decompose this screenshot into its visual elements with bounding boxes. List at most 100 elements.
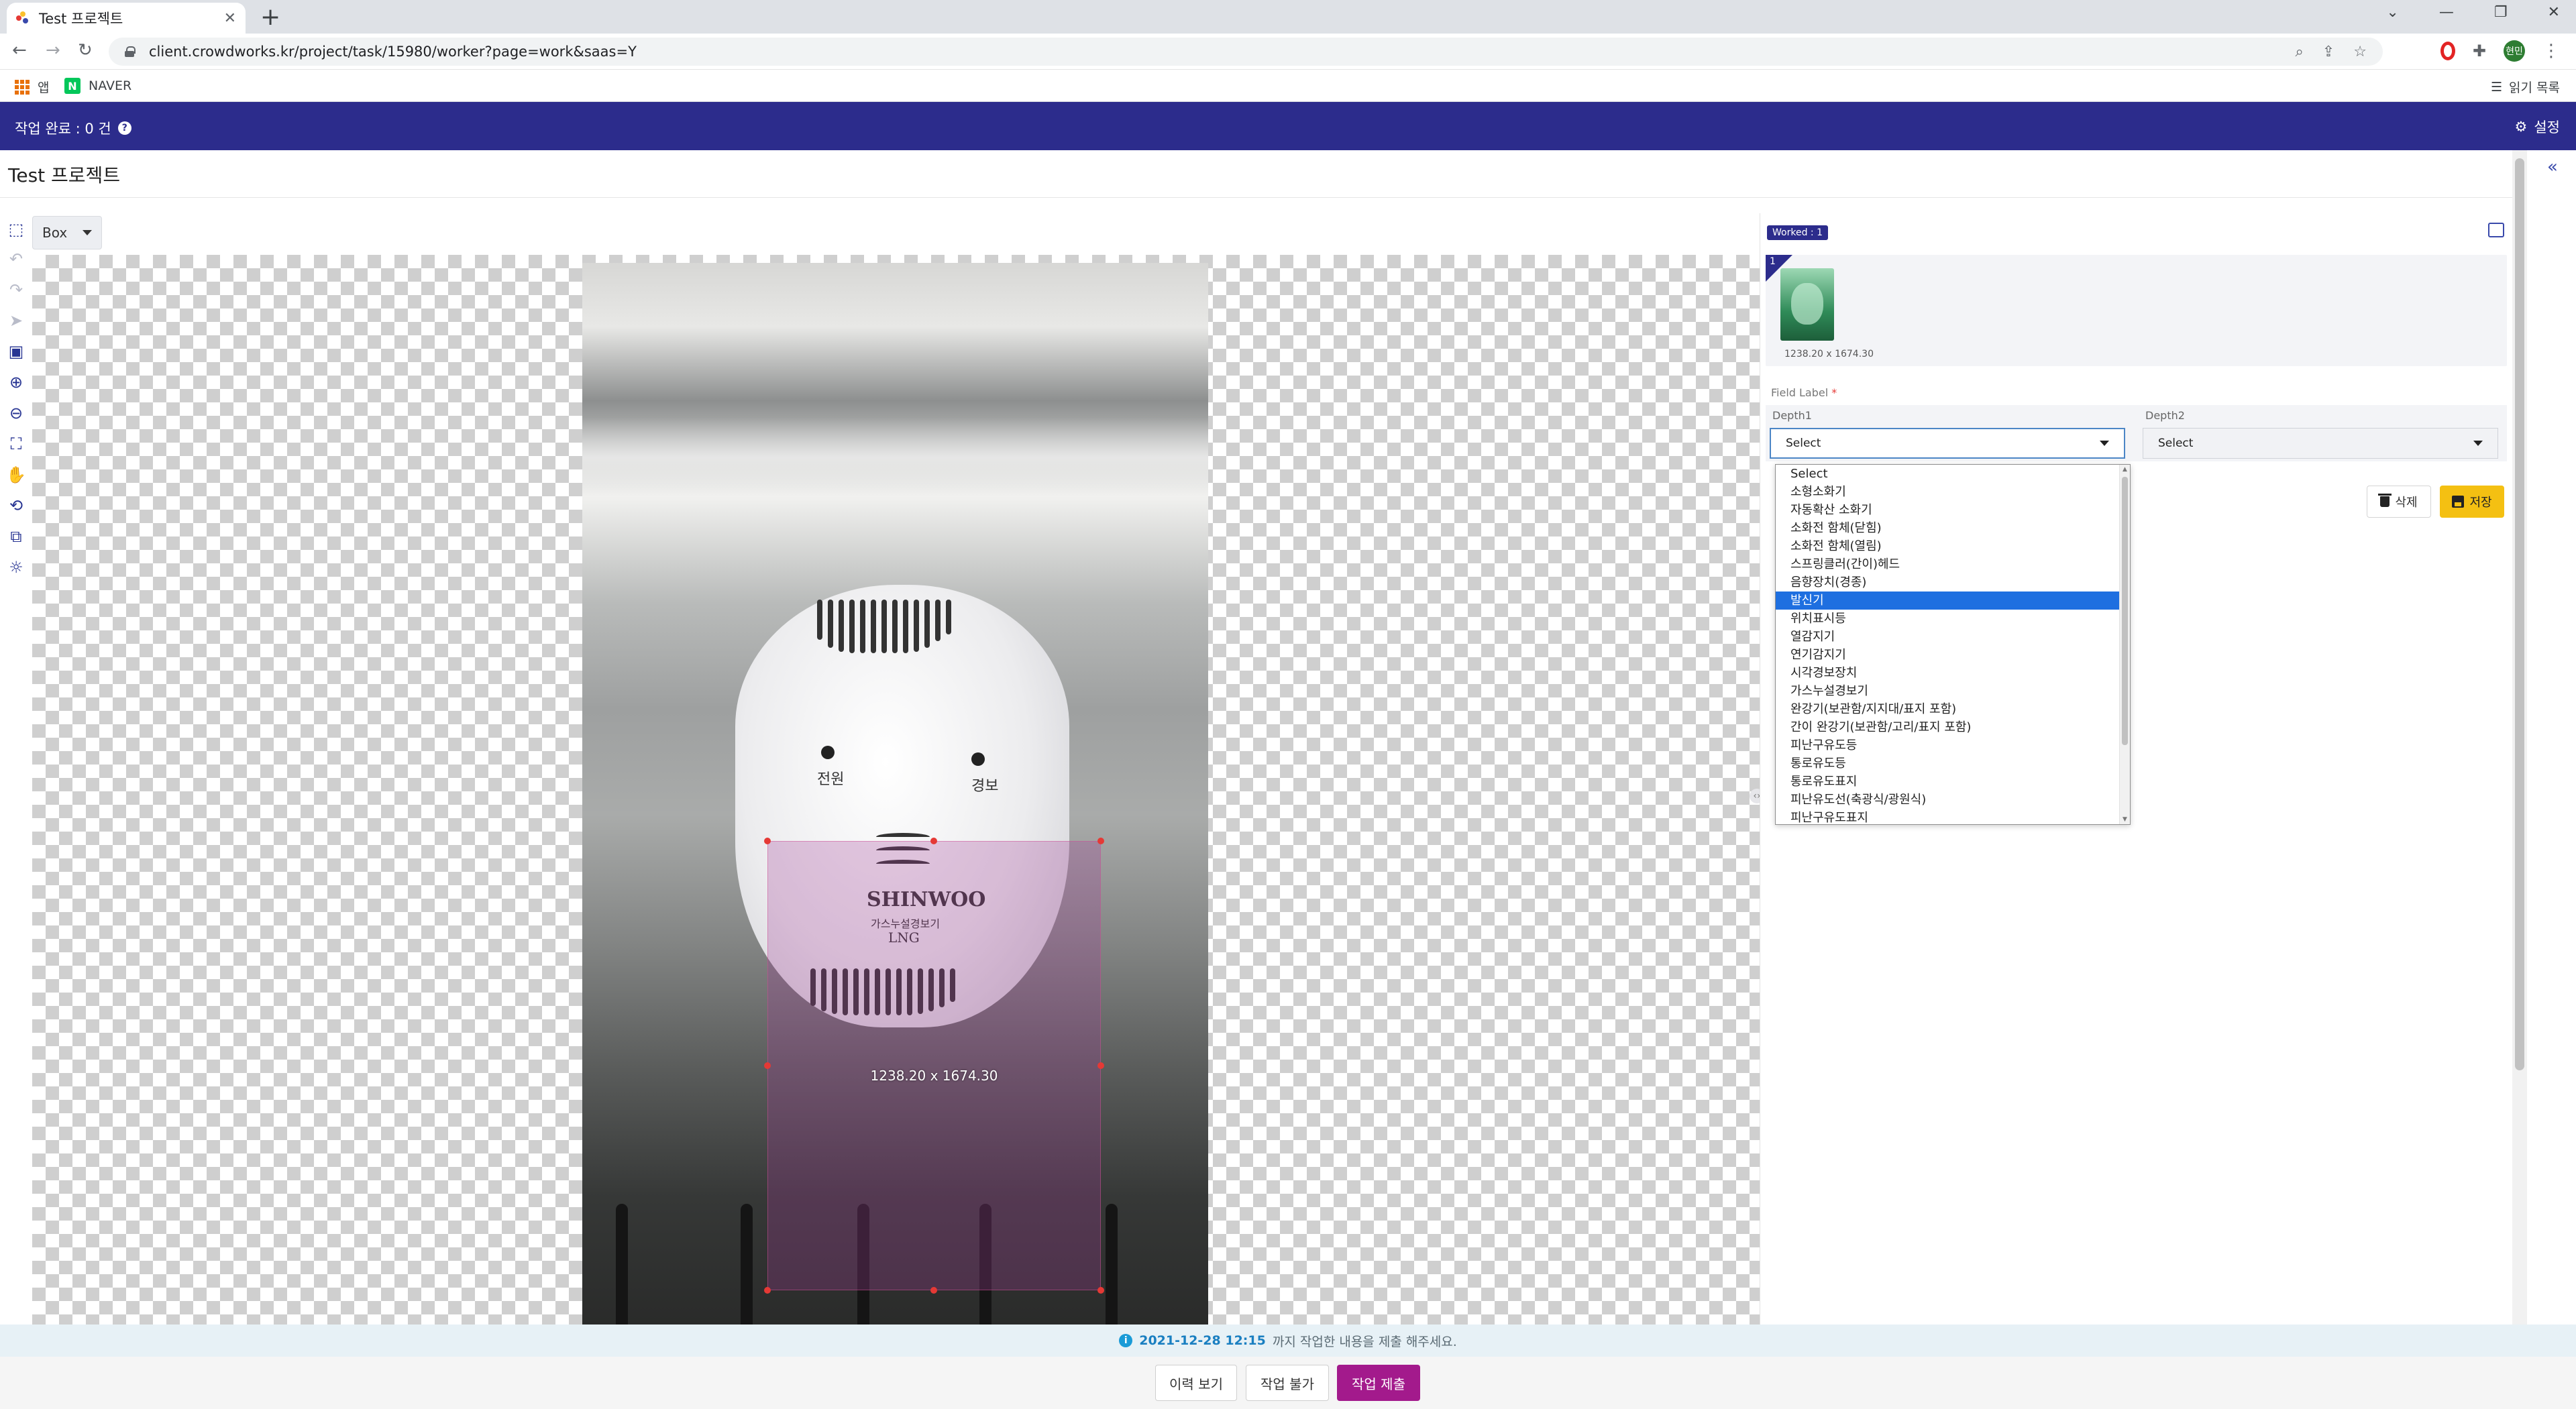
address-bar[interactable]: client.crowdworks.kr/project/task/15980/… <box>109 38 2383 66</box>
rotate-icon[interactable]: ⟲ <box>7 496 25 515</box>
dropdown-option[interactable]: 연기감지기 <box>1776 646 2119 664</box>
history-button[interactable]: 이력 보기 <box>1155 1365 1237 1401</box>
tab-close-icon[interactable]: ✕ <box>224 10 236 27</box>
depth1-dropdown-list[interactable]: Select 소형소화기 자동확산 소화기 소화전 함체(닫힘) 소화전 함체(… <box>1775 464 2131 825</box>
dropdown-option[interactable]: 소화전 함체(열림) <box>1776 537 2119 555</box>
divider <box>0 197 2512 198</box>
resize-handle[interactable] <box>1097 1287 1104 1294</box>
back-icon[interactable]: ← <box>12 40 27 60</box>
info-icon: i <box>1119 1334 1133 1347</box>
tool-mode-select[interactable]: Box <box>32 216 102 249</box>
browser-menu-icon[interactable]: ⋮ <box>2542 41 2560 61</box>
annotation-item-card[interactable]: 1 1238.20 x 1674.30 <box>1766 255 2507 366</box>
pointer-icon[interactable]: ➤ <box>7 311 25 330</box>
work-done-count: 작업 완료 : 0 건 ? <box>15 118 131 138</box>
help-icon[interactable]: ? <box>117 121 131 135</box>
redo-icon[interactable]: ↷ <box>7 280 25 299</box>
resize-handle[interactable] <box>764 838 771 844</box>
zoom-in-icon[interactable]: ⊕ <box>7 373 25 392</box>
layers-icon[interactable]: ⧉ <box>7 527 25 546</box>
field-label-text: Field Label <box>1771 386 1829 399</box>
dropdown-option[interactable]: 피난유도선(축광식/광원식) <box>1776 791 2119 809</box>
select-box-icon[interactable]: ⬚ <box>7 220 25 239</box>
bookmark-apps[interactable]: 앱 <box>15 78 49 96</box>
dropdown-option[interactable]: 열감지기 <box>1776 628 2119 646</box>
deadline-date: 2021-12-28 12:15 <box>1139 1333 1266 1348</box>
page-scrollbar[interactable] <box>2512 150 2527 1325</box>
page-scroll-thumb[interactable] <box>2515 158 2524 1070</box>
dropdown-scroll-thumb[interactable] <box>2122 477 2128 745</box>
dropdown-option[interactable]: 위치표시등 <box>1776 610 2119 628</box>
deadline-notice: i 2021-12-28 12:15 까지 작업한 내용을 제출 해주세요. <box>0 1325 2576 1357</box>
collapse-panel-icon[interactable]: « <box>2547 157 2558 177</box>
url-text[interactable]: client.crowdworks.kr/project/task/15980/… <box>149 44 637 60</box>
image-icon[interactable]: ▣ <box>7 342 25 361</box>
dropdown-option[interactable]: 시각경보장치 <box>1776 664 2119 682</box>
extensions-puzzle-icon[interactable]: ✚ <box>2473 42 2486 60</box>
tab-search-icon[interactable]: ⌄ <box>2386 4 2398 21</box>
depth1-select[interactable]: Select <box>1770 428 2125 459</box>
reading-list[interactable]: ☰ 읽기 목록 <box>2491 78 2560 96</box>
unable-button[interactable]: 작업 불가 <box>1246 1365 1329 1401</box>
dropdown-scrollbar[interactable]: ▲ ▼ <box>2119 465 2130 824</box>
zoom-icon[interactable]: ⌕ <box>2296 44 2304 60</box>
restore-icon[interactable]: ❐ <box>2494 4 2508 21</box>
dropdown-option[interactable]: 소화전 함체(닫힘) <box>1776 519 2119 537</box>
settings-button[interactable]: ⚙ 설정 <box>2515 117 2560 137</box>
lock-icon <box>125 46 136 57</box>
window-close-icon[interactable]: ✕ <box>2548 4 2560 21</box>
gear-icon: ⚙ <box>2514 119 2528 135</box>
panel-view-icon[interactable] <box>2488 223 2504 237</box>
dropdown-option[interactable]: 통로유도등 <box>1776 754 2119 773</box>
fit-icon[interactable]: ⛶ <box>7 435 25 453</box>
scroll-up-icon[interactable]: ▲ <box>2123 466 2127 473</box>
dropdown-option[interactable]: 가스누설경보기 <box>1776 682 2119 700</box>
depth2-label: Depth2 <box>2145 409 2185 422</box>
bookmark-star-icon[interactable]: ☆ <box>2353 44 2367 60</box>
alarm-led <box>971 752 985 766</box>
delete-button[interactable]: 삭제 <box>2367 486 2431 518</box>
page-title: Test 프로젝트 <box>8 164 121 186</box>
opera-extension-icon[interactable] <box>2440 42 2455 60</box>
dropdown-option[interactable]: 통로유도표지 <box>1776 773 2119 791</box>
reload-icon[interactable]: ↻ <box>78 40 93 60</box>
dropdown-option[interactable]: 자동확산 소화기 <box>1776 501 2119 519</box>
hand-icon[interactable]: ✋ <box>6 465 26 484</box>
scroll-down-icon[interactable]: ▼ <box>2123 816 2127 823</box>
dropdown-option[interactable]: 피난구유도등 <box>1776 736 2119 754</box>
forward-icon[interactable]: → <box>46 40 60 60</box>
minimize-icon[interactable]: — <box>2439 4 2454 21</box>
dropdown-option[interactable]: 완강기(보관함/지지대/표지 포함) <box>1776 700 2119 718</box>
save-button[interactable]: 저장 <box>2440 486 2504 518</box>
brightness-icon[interactable]: ☼ <box>7 558 25 577</box>
share-icon[interactable]: ⇪ <box>2322 44 2334 60</box>
undo-icon[interactable]: ↶ <box>7 249 25 268</box>
browser-tab[interactable]: Test 프로젝트 ✕ <box>7 3 246 34</box>
resize-handle[interactable] <box>764 1287 771 1294</box>
resize-handle[interactable] <box>930 1287 937 1294</box>
dropdown-option-highlighted[interactable]: 발신기 <box>1776 591 2119 610</box>
dropdown-option[interactable]: Select <box>1776 465 2119 483</box>
bookmark-naver[interactable]: N NAVER <box>64 78 131 94</box>
profile-avatar[interactable]: 현민 <box>2504 40 2525 62</box>
dropdown-option[interactable]: 피난구유도표지 <box>1776 809 2119 824</box>
required-mark: * <box>1831 386 1837 399</box>
zoom-out-icon[interactable]: ⊖ <box>7 404 25 422</box>
annotation-thumbnail[interactable] <box>1780 268 1834 341</box>
resize-handle[interactable] <box>1097 838 1104 844</box>
bookmark-label: NAVER <box>89 78 132 93</box>
depth2-value: Select <box>2158 437 2194 450</box>
annotation-canvas[interactable]: 전원 경보 SHINWOO 가스누설경보기 LNG 1238.20 x 1674… <box>32 255 1760 1325</box>
new-tab-button[interactable]: + <box>260 4 280 31</box>
reading-list-label: 읽기 목록 <box>2509 80 2560 95</box>
dropdown-option[interactable]: 스프링클러(간이)헤드 <box>1776 555 2119 573</box>
depth1-label: Depth1 <box>1772 409 1812 422</box>
submit-button[interactable]: 작업 제출 <box>1337 1365 1420 1401</box>
tab-title: Test 프로젝트 <box>39 11 123 27</box>
dropdown-option[interactable]: 소형소화기 <box>1776 483 2119 501</box>
bounding-box[interactable] <box>767 841 1101 1290</box>
dropdown-option[interactable]: 간이 완강기(보관함/고리/표지 포함) <box>1776 718 2119 736</box>
dropdown-option[interactable]: 음향장치(경종) <box>1776 573 2119 591</box>
resize-handle[interactable] <box>930 838 937 844</box>
depth2-select[interactable]: Select <box>2143 428 2498 459</box>
